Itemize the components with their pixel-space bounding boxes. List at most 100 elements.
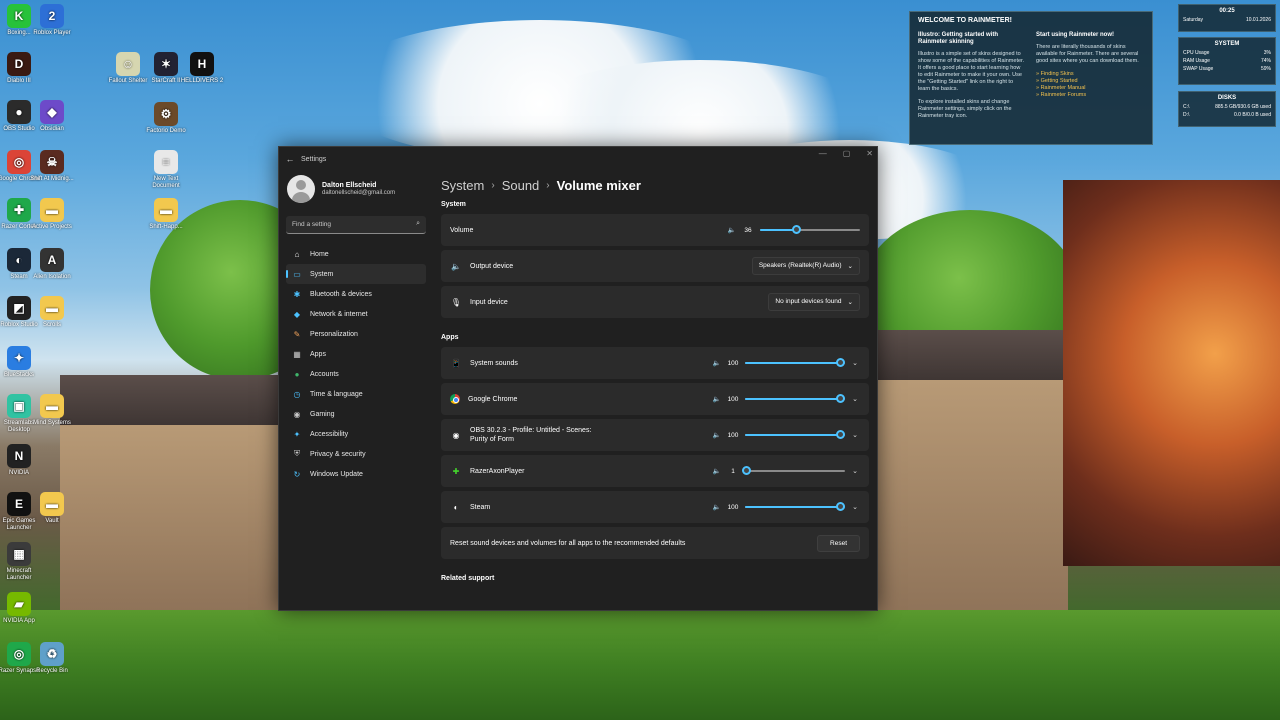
breadcrumb-system[interactable]: System <box>441 178 484 193</box>
desktop-icon[interactable]: ◆ Obsidian <box>30 100 74 133</box>
sidebar-item-gaming[interactable]: ◉ Gaming <box>286 404 426 424</box>
sidebar-item-privacy-security[interactable]: ⛨ Privacy & security <box>286 444 426 464</box>
sidebar-item-bluetooth-devices[interactable]: ✱ Bluetooth & devices <box>286 284 426 304</box>
app-volume-row: ◐ Steam 🔈 100 ⌄ <box>441 491 869 523</box>
sidebar-item-apps[interactable]: ▦ Apps <box>286 344 426 364</box>
chrome-icon <box>450 394 460 404</box>
related-support-heading: Related support <box>441 575 495 582</box>
chevron-down-icon[interactable]: ⌄ <box>850 359 860 367</box>
nav-icon: ◷ <box>293 389 301 399</box>
slider-thumb[interactable] <box>792 225 801 234</box>
breadcrumb-sound[interactable]: Sound <box>502 178 540 193</box>
app-volume-value: 100 <box>727 395 739 403</box>
app-volume-slider[interactable] <box>745 502 845 512</box>
desktop-icon[interactable]: A Alien Isolation <box>30 248 74 281</box>
desktop-icon[interactable]: ▬ Vault <box>30 492 74 525</box>
house-roof-left <box>60 375 280 425</box>
microphone-icon: 🎙 <box>450 297 462 307</box>
slider-fill <box>760 229 796 231</box>
app-volume-slider[interactable] <box>742 466 845 476</box>
app-volume-slider[interactable] <box>745 430 845 440</box>
speaker-icon[interactable]: 🔈 <box>713 431 721 439</box>
app-volume-row: ◉ OBS 30.2.3 - Profile: Untitled - Scenes… <box>441 419 869 451</box>
user-profile[interactable]: Dalton Ellscheid daltonellscheid@gmail.c… <box>287 175 395 203</box>
rainmeter-link-finding-skins[interactable]: » Finding Skins <box>1036 71 1144 78</box>
desktop-icon[interactable]: H HELLDIVERS 2 <box>180 52 224 85</box>
desktop-icon-label: BlueStacks <box>3 372 34 378</box>
close-button[interactable]: ✕ <box>866 149 873 158</box>
desktop-icon-label: Vault <box>45 518 59 524</box>
desktop-icon[interactable]: ▬ Mind Systems <box>30 394 74 427</box>
slider-thumb[interactable] <box>836 502 845 511</box>
sidebar-item-network-internet[interactable]: ◆ Network & internet <box>286 304 426 324</box>
reset-button[interactable]: Reset <box>817 534 860 552</box>
desktop-icon[interactable]: ♻ Recycle Bin <box>30 642 74 675</box>
speaker-icon[interactable]: 🔈 <box>713 503 721 511</box>
desktop-icon[interactable]: ☠ Shift At Midnig... <box>30 150 74 183</box>
maximize-button[interactable]: ▢ <box>843 149 851 158</box>
app-icon: ▬ <box>154 198 178 222</box>
chevron-down-icon[interactable]: ⌄ <box>850 503 860 511</box>
sidebar-item-time-language[interactable]: ◷ Time & language <box>286 384 426 404</box>
sidebar-item-accounts[interactable]: ● Accounts <box>286 364 426 384</box>
desktop-icon[interactable]: ▬ Shift-Happ... <box>144 198 188 231</box>
chevron-down-icon[interactable]: ⌄ <box>850 431 860 439</box>
nav-icon: ✎ <box>293 329 301 339</box>
speaker-icon: 🔈 <box>451 261 461 271</box>
app-icon: ▰ <box>7 592 31 616</box>
desktop-icon[interactable]: ▬ Active Projects <box>30 198 74 231</box>
app-icon: ♻ <box>40 642 64 666</box>
app-volume-slider[interactable] <box>745 358 845 368</box>
rainmeter-link-getting-started[interactable]: » Getting Started <box>1036 78 1144 85</box>
desktop-icon[interactable]: ▦ Minecraft Launcher <box>0 542 41 582</box>
speaker-icon[interactable]: 🔈 <box>713 395 721 403</box>
chevron-down-icon: ⌄ <box>847 263 853 270</box>
speaker-icon[interactable]: 🔈 <box>728 226 736 234</box>
nav-icon: ✦ <box>293 429 301 439</box>
minimize-button[interactable]: — <box>819 149 827 158</box>
section-system-heading: System <box>441 201 466 208</box>
volume-slider[interactable] <box>760 225 860 235</box>
sidebar-item-home[interactable]: ⌂ Home <box>286 244 426 264</box>
breadcrumb-separator-icon: › <box>546 179 550 191</box>
chevron-down-icon[interactable]: ⌄ <box>850 395 860 403</box>
sidebar-item-label: Home <box>310 250 329 258</box>
sidebar-item-personalization[interactable]: ✎ Personalization <box>286 324 426 344</box>
desktop-icon[interactable]: ▰ NVIDIA App <box>0 592 41 625</box>
rainmeter-link-manual[interactable]: » Rainmeter Manual <box>1036 85 1144 92</box>
desktop-icon[interactable]: ≡ New Text Document <box>144 150 188 190</box>
desktop-icon[interactable]: 2 Roblox Player <box>30 4 74 37</box>
speaker-icon[interactable]: 🔈 <box>713 467 721 475</box>
desktop-icon[interactable]: ⚙ Factorio Demo <box>144 102 188 135</box>
chevron-down-icon[interactable]: ⌄ <box>850 467 860 475</box>
speaker-icon[interactable]: 🔈 <box>713 359 721 367</box>
output-device-card[interactable]: 🔈 Output device Speakers (Realtek(R) Aud… <box>441 250 869 282</box>
desktop-icon[interactable]: ✦ BlueStacks <box>0 346 41 379</box>
desktop-icon-label: Factorio Demo <box>146 128 186 134</box>
disk-d-value: 0.0 B/0.0 B used <box>1234 112 1271 118</box>
sidebar-item-accessibility[interactable]: ✦ Accessibility <box>286 424 426 444</box>
slider-thumb[interactable] <box>836 394 845 403</box>
search-input[interactable]: Find a setting ⌕ <box>286 216 426 234</box>
desktop-icon[interactable]: D Diablo III <box>0 52 41 85</box>
desktop-icon[interactable]: ▬ Scrolls <box>30 296 74 329</box>
app-icon: ☺ <box>116 52 140 76</box>
settings-window: ← Settings — ▢ ✕ Dalton Ellscheid dalton… <box>278 146 878 611</box>
sidebar-item-label: Personalization <box>310 330 358 338</box>
back-arrow-icon[interactable]: ← <box>279 154 301 164</box>
slider-thumb[interactable] <box>836 430 845 439</box>
sidebar-item-windows-update[interactable]: ↻ Windows Update <box>286 464 426 484</box>
desktop-icon[interactable]: N NVIDIA <box>0 444 41 477</box>
input-device-card[interactable]: 🎙 Input device No input devices found ⌄ <box>441 286 869 318</box>
app-volume-slider[interactable] <box>745 394 845 404</box>
desktop-icon-label: Active Projects <box>32 224 72 230</box>
sidebar-item-label: Gaming <box>310 410 335 418</box>
app-icon: ◎ <box>7 150 31 174</box>
slider-thumb[interactable] <box>836 358 845 367</box>
input-device-dropdown[interactable]: No input devices found ⌄ <box>768 293 860 311</box>
slider-thumb[interactable] <box>742 466 751 475</box>
rainmeter-link-forums[interactable]: » Rainmeter Forums <box>1036 92 1144 99</box>
app-icon: D <box>7 52 31 76</box>
sidebar-item-system[interactable]: ▭ System <box>286 264 426 284</box>
output-device-dropdown[interactable]: Speakers (Realtek(R) Audio) ⌄ <box>751 257 860 275</box>
